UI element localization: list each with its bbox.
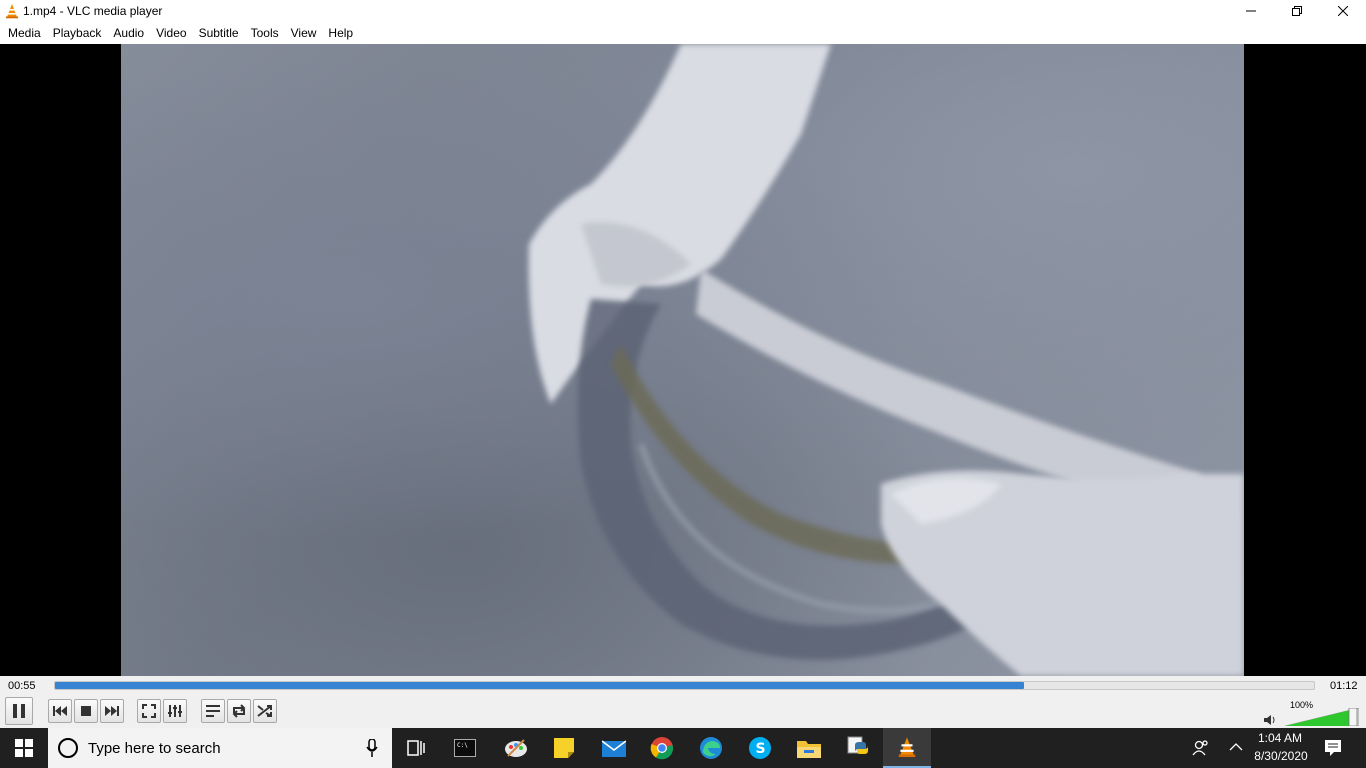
taskbar-paint[interactable] <box>492 728 540 768</box>
chevron-up-icon[interactable] <box>1229 742 1243 752</box>
taskbar-edge[interactable] <box>687 728 735 768</box>
loop-button[interactable] <box>227 699 251 723</box>
menu-bar: Media Playback Audio Video Subtitle Tool… <box>0 22 1366 44</box>
taskbar-search[interactable]: Type here to search <box>48 728 392 768</box>
playlist-icon <box>206 705 220 717</box>
restore-icon <box>1292 6 1302 16</box>
window-title: 1.mp4 - VLC media player <box>23 4 163 18</box>
video-frame[interactable] <box>121 44 1244 676</box>
menu-video[interactable]: Video <box>150 22 192 44</box>
elapsed-time: 00:55 <box>8 680 36 692</box>
close-button[interactable] <box>1320 0 1366 22</box>
seek-progress <box>55 682 1025 689</box>
taskbar-mail[interactable] <box>590 728 638 768</box>
menu-view[interactable]: View <box>285 22 323 44</box>
task-view-button[interactable] <box>392 728 440 768</box>
menu-tools[interactable]: Tools <box>245 22 285 44</box>
fullscreen-icon <box>142 704 156 718</box>
taskbar-vlc[interactable] <box>883 728 931 768</box>
taskbar-chrome[interactable] <box>638 728 686 768</box>
controls-bar: 100% <box>0 696 1366 728</box>
close-icon <box>1338 6 1348 16</box>
search-placeholder: Type here to search <box>88 739 221 757</box>
windows-taskbar: Type here to search C:\ S 1:04 AM 8/30/2… <box>0 728 1366 768</box>
stop-icon <box>81 706 91 716</box>
minimize-button[interactable] <box>1228 0 1274 22</box>
skype-icon: S <box>749 737 771 759</box>
extended-settings-button[interactable] <box>163 699 187 723</box>
people-icon[interactable] <box>1192 740 1210 756</box>
mail-icon <box>602 740 626 757</box>
vlc-icon <box>898 737 916 758</box>
svg-text:S: S <box>756 741 766 757</box>
volume-control[interactable]: 100% <box>1263 700 1363 726</box>
pause-button[interactable] <box>5 697 33 725</box>
chrome-icon <box>650 737 674 760</box>
taskbar-sticky-notes[interactable] <box>540 728 588 768</box>
playlist-button[interactable] <box>201 699 225 723</box>
file-explorer-icon <box>797 741 821 758</box>
minimize-icon <box>1246 10 1256 12</box>
shuffle-button[interactable] <box>253 699 277 723</box>
previous-button[interactable] <box>48 699 72 723</box>
taskbar-file-explorer[interactable] <box>785 728 833 768</box>
edge-icon <box>700 737 722 759</box>
shuffle-icon <box>257 705 272 717</box>
speaker-icon[interactable] <box>1263 714 1277 726</box>
menu-audio[interactable]: Audio <box>107 22 150 44</box>
stop-button[interactable] <box>74 699 98 723</box>
menu-media[interactable]: Media <box>2 22 47 44</box>
video-area[interactable] <box>0 44 1366 676</box>
notifications-icon[interactable] <box>1324 739 1342 757</box>
clock-date[interactable]: 8/30/2020 <box>1250 749 1312 763</box>
vlc-window: 1.mp4 - VLC media player Media Playback … <box>0 0 1366 728</box>
next-button[interactable] <box>100 699 124 723</box>
pause-icon <box>13 704 25 718</box>
previous-icon <box>53 706 67 716</box>
video-still-image <box>528 44 1244 676</box>
menu-playback[interactable]: Playback <box>47 22 108 44</box>
menu-subtitle[interactable]: Subtitle <box>193 22 245 44</box>
clock-time[interactable]: 1:04 AM <box>1250 731 1310 745</box>
microphone-icon[interactable] <box>366 739 378 757</box>
cortana-icon <box>58 738 78 758</box>
python-icon <box>847 736 868 754</box>
loop-icon <box>232 704 246 718</box>
total-time[interactable]: 01:12 <box>1330 680 1358 692</box>
fullscreen-button[interactable] <box>137 699 161 723</box>
restore-button[interactable] <box>1274 0 1320 22</box>
seek-slider[interactable] <box>54 681 1315 690</box>
equalizer-icon <box>168 705 182 717</box>
seek-row: 00:55 01:12 <box>0 676 1366 696</box>
svg-text:C:\: C:\ <box>457 742 468 749</box>
next-icon <box>105 706 119 716</box>
paint-icon <box>505 739 527 757</box>
menu-help[interactable]: Help <box>322 22 359 44</box>
taskbar-terminal[interactable]: C:\ <box>441 728 489 768</box>
volume-slider[interactable] <box>1285 708 1359 726</box>
terminal-icon: C:\ <box>454 739 476 757</box>
start-button[interactable] <box>0 728 48 768</box>
taskbar-skype[interactable]: S <box>736 728 784 768</box>
windows-logo-icon <box>15 739 33 757</box>
task-view-icon <box>407 740 425 756</box>
title-bar: 1.mp4 - VLC media player <box>0 0 1366 22</box>
vlc-cone-icon <box>6 4 18 19</box>
taskbar-python[interactable] <box>834 728 882 768</box>
sticky-notes-icon <box>554 738 574 758</box>
